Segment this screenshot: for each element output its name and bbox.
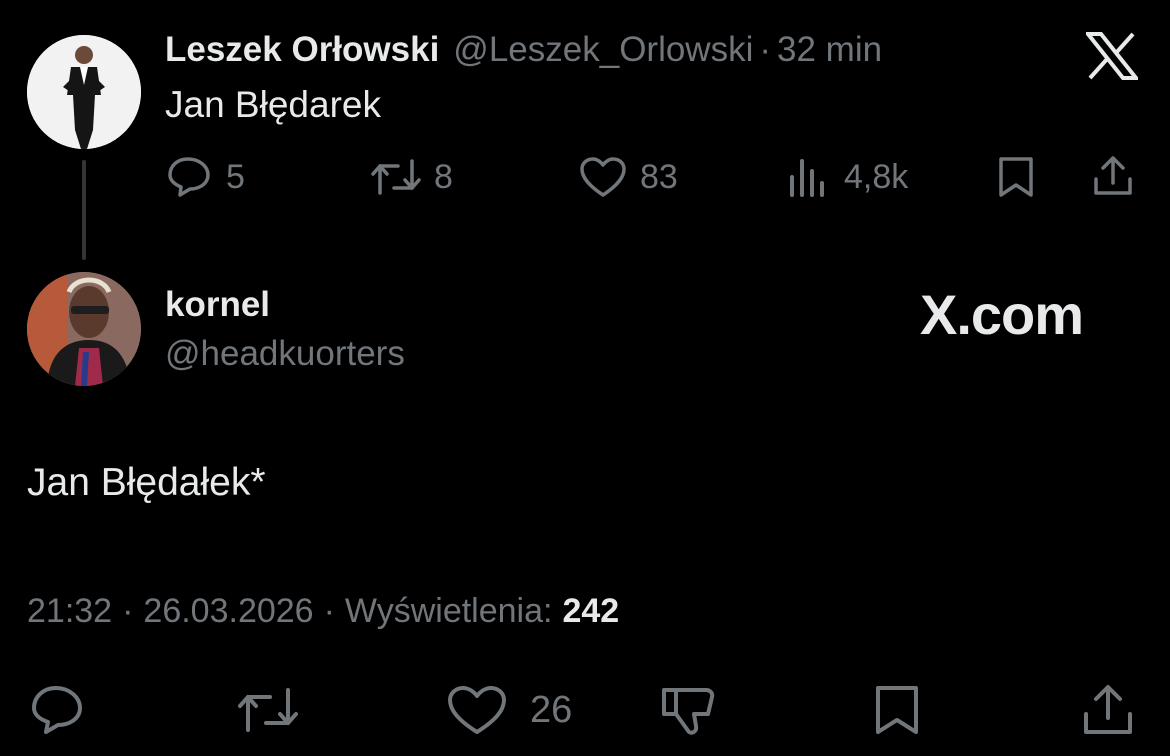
reply-count: 5 xyxy=(226,157,245,196)
share-button[interactable] xyxy=(1080,682,1136,738)
time-ago[interactable]: 32 min xyxy=(777,30,882,70)
reply-action[interactable]: 5 xyxy=(166,155,245,199)
like-button[interactable]: 26 xyxy=(446,684,572,736)
tweet-date[interactable]: 26.03.2026 xyxy=(143,592,313,631)
heart-icon xyxy=(446,684,508,736)
bookmark-button[interactable] xyxy=(872,684,922,736)
like-action[interactable]: 83 xyxy=(578,155,678,199)
thread-line xyxy=(82,160,86,260)
views-count: 4,8k xyxy=(844,157,909,196)
quoted-tweet-header: Leszek Orłowski @Leszek_Orlowski · 32 mi… xyxy=(165,30,882,70)
tweet-time[interactable]: 21:32 xyxy=(27,592,112,631)
avatar-kornel[interactable] xyxy=(27,272,141,386)
x-com-logo: X.com xyxy=(920,282,1084,347)
tweet-meta: 21:32 · 26.03.2026 · Wyświetlenia: 242 xyxy=(27,592,619,631)
reply-button[interactable] xyxy=(30,684,86,736)
meta-separator: · xyxy=(323,592,335,630)
dislike-icon[interactable] xyxy=(660,684,718,738)
views-action[interactable]: 4,8k xyxy=(788,155,908,199)
reply-icon xyxy=(166,155,214,199)
heart-icon xyxy=(578,155,628,199)
author-handle[interactable]: @Leszek_Orlowski xyxy=(453,30,753,70)
x-logo-icon[interactable] xyxy=(1086,32,1138,80)
repost-action[interactable]: 8 xyxy=(370,155,453,199)
bookmark-icon[interactable] xyxy=(996,155,1036,199)
separator: · xyxy=(759,30,772,69)
quoted-tweet-text: Jan Błędarek xyxy=(165,84,381,125)
views-label: Wyświetlenia: xyxy=(344,592,553,630)
like-count: 26 xyxy=(530,688,573,731)
avatar-leszek[interactable] xyxy=(27,35,141,149)
views-value: 242 xyxy=(562,592,620,630)
author-name[interactable]: Leszek Orłowski xyxy=(165,30,439,70)
meta-separator: · xyxy=(122,592,134,630)
brand-logo-text: X.com xyxy=(920,283,1084,346)
share-icon[interactable] xyxy=(1090,153,1136,199)
repost-count: 8 xyxy=(434,157,453,196)
views-chart-icon xyxy=(788,155,832,199)
reply-author-handle[interactable]: @headkuorters xyxy=(165,334,405,374)
repost-icon xyxy=(370,155,422,199)
like-count: 83 xyxy=(640,157,678,196)
reply-author-name[interactable]: kornel xyxy=(165,285,270,325)
repost-button[interactable] xyxy=(236,684,300,736)
reply-tweet-text: Jan Błędałek* xyxy=(27,461,266,504)
